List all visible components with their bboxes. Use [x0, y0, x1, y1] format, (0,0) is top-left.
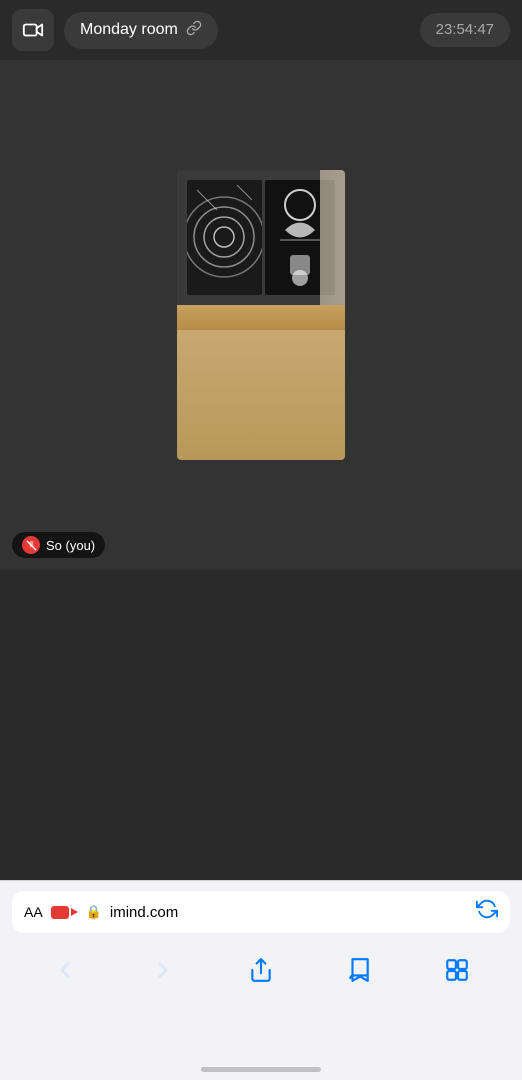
tabs-button[interactable] — [432, 953, 482, 987]
timestamp-text: 23:54:47 — [436, 21, 494, 38]
muted-icon — [22, 536, 40, 554]
share-button[interactable] — [236, 953, 286, 987]
lock-icon: 🔒 — [86, 904, 102, 920]
back-button[interactable] — [40, 953, 90, 987]
aa-label[interactable]: AA — [24, 904, 43, 920]
participant-label: So (you) — [12, 532, 105, 558]
room-name-text: Monday room — [80, 21, 178, 39]
record-triangle — [71, 908, 78, 916]
refresh-button[interactable] — [476, 898, 498, 926]
room-scene — [177, 170, 345, 460]
room-name-pill[interactable]: Monday room — [64, 12, 218, 49]
record-rect — [51, 906, 69, 919]
participant-tile: So (you) — [0, 60, 522, 570]
bottom-area — [0, 760, 522, 880]
camera-feed — [177, 170, 345, 460]
link-icon — [186, 20, 202, 41]
address-bar[interactable]: AA 🔒 imind.com — [12, 891, 510, 933]
domain-text: imind.com — [110, 904, 178, 921]
forward-button[interactable] — [138, 953, 188, 987]
timestamp-pill: 23:54:47 — [420, 13, 510, 47]
nav-bar — [0, 941, 522, 999]
browser-bar: AA 🔒 imind.com — [0, 880, 522, 1080]
floor — [177, 330, 345, 460]
top-bar: Monday room 23:54:47 — [0, 0, 522, 60]
camera-button[interactable] — [12, 9, 54, 51]
art-panel-left — [187, 180, 262, 295]
recording-indicator — [51, 906, 78, 919]
bookmarks-button[interactable] — [334, 953, 384, 987]
participant-name: So (you) — [46, 538, 95, 553]
home-indicator — [201, 1067, 321, 1072]
